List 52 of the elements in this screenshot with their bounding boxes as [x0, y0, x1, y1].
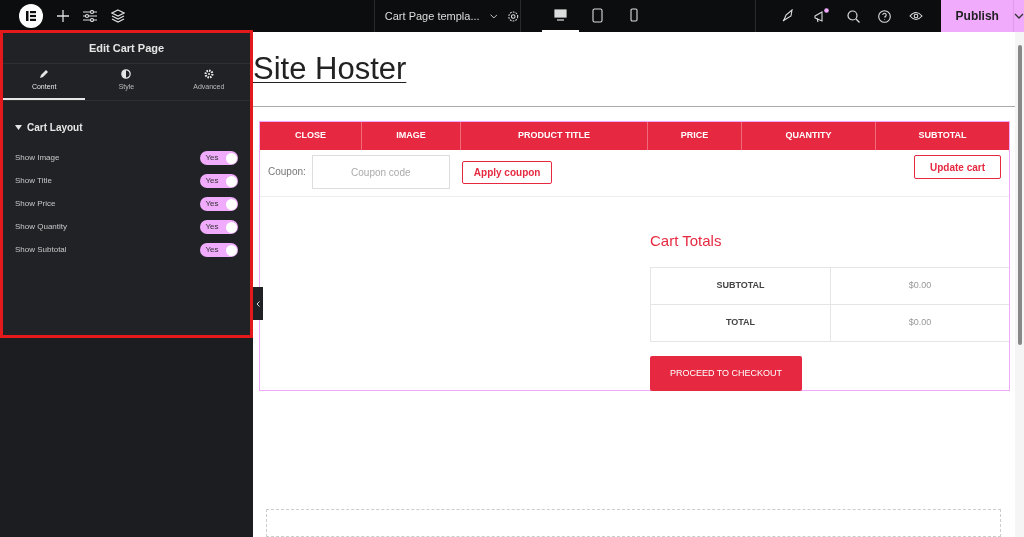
- apply-coupon-button[interactable]: Apply coupon: [461, 161, 553, 184]
- column-header: SUBTOTAL: [875, 122, 1009, 150]
- document-title[interactable]: Cart Page templa...: [384, 7, 480, 25]
- toggle-switch[interactable]: Yes: [200, 243, 238, 257]
- cart-totals-title: Cart Totals: [650, 231, 723, 251]
- update-cart-button[interactable]: Update cart: [914, 155, 1001, 179]
- column-header: IMAGE: [361, 122, 460, 150]
- pencil-icon: [39, 69, 50, 80]
- totals-value: $0.00: [907, 316, 933, 330]
- totals-label: TOTAL: [651, 305, 831, 341]
- eye-icon[interactable]: [909, 11, 924, 21]
- totals-value: $0.00: [907, 279, 933, 293]
- monitor-icon: [553, 9, 567, 21]
- search-icon[interactable]: [847, 9, 861, 23]
- section-title[interactable]: Cart Layout: [27, 120, 83, 135]
- panel-title: Edit Cart Page: [88, 40, 165, 56]
- site-title[interactable]: Site Hoster: [253, 51, 407, 86]
- layers-icon[interactable]: [111, 9, 125, 23]
- setting-label: Show Image: [15, 152, 60, 164]
- coupon-field[interactable]: Coupon code: [311, 155, 450, 189]
- column-header: CLOSE: [294, 129, 327, 143]
- help-icon[interactable]: [878, 9, 892, 23]
- checkout-button[interactable]: PROCEED TO CHECKOUT: [650, 356, 802, 391]
- contrast-icon: [121, 69, 132, 80]
- setting-label: Show Title: [15, 175, 52, 187]
- tablet-icon: [591, 7, 603, 23]
- toggle-switch[interactable]: Yes: [200, 197, 238, 211]
- chevron-down-icon: [1014, 13, 1024, 19]
- chevron-down-icon[interactable]: [489, 13, 498, 19]
- chevron-left-icon: [256, 300, 260, 307]
- column-header: QUANTITY: [741, 122, 875, 150]
- settings-icon[interactable]: [507, 9, 520, 23]
- megaphone-icon[interactable]: [813, 8, 830, 24]
- setting-label: Show Subtotal: [15, 244, 67, 256]
- publish-button[interactable]: Publish: [941, 0, 1013, 32]
- coupon-label: Coupon:: [268, 165, 306, 179]
- scrollbar[interactable]: [1015, 32, 1024, 537]
- settings-sliders-icon[interactable]: [83, 10, 97, 22]
- toggle-switch[interactable]: Yes: [200, 151, 238, 165]
- add-icon[interactable]: [57, 10, 69, 22]
- totals-label: SUBTOTAL: [651, 268, 831, 304]
- phone-icon: [630, 8, 639, 22]
- toggle-switch[interactable]: Yes: [200, 174, 238, 188]
- publish-options-button[interactable]: [1013, 0, 1024, 32]
- toggle-switch[interactable]: Yes: [200, 220, 238, 234]
- column-header: PRICE: [647, 122, 741, 150]
- gear-icon: [203, 69, 214, 80]
- column-header: PRODUCT TITLE: [460, 122, 647, 150]
- setting-label: Show Quantity: [15, 221, 68, 233]
- caret-icon[interactable]: [15, 125, 22, 130]
- setting-label: Show Price: [15, 198, 56, 210]
- logo-icon[interactable]: [19, 4, 43, 28]
